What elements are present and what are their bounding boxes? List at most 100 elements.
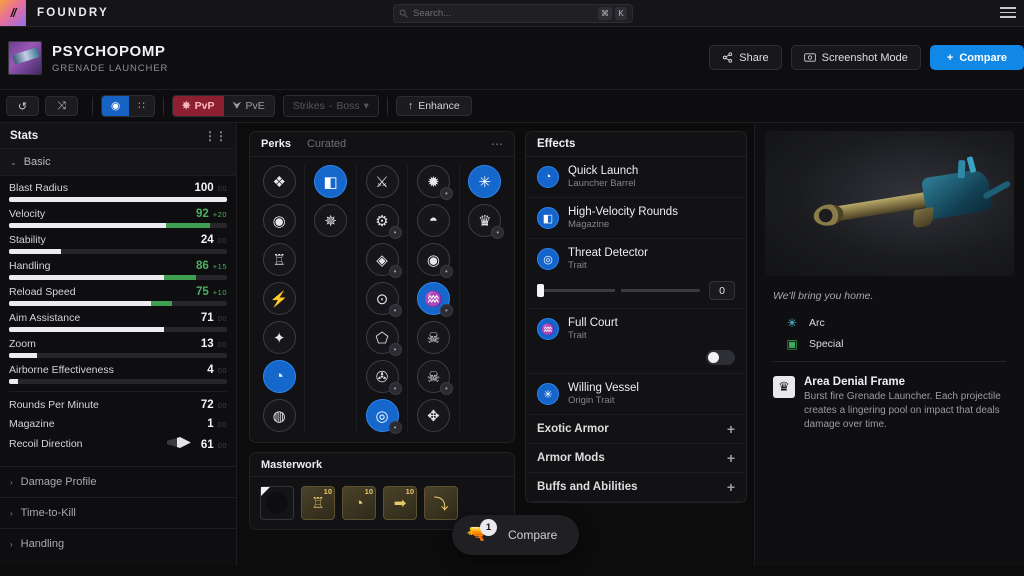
masterwork-velocity[interactable]: ◔10 [342,486,376,520]
plus-icon[interactable]: + [727,479,735,495]
perk-wellspring[interactable]: ☠ [417,321,450,354]
screenshot-mode-button[interactable]: Screenshot Mode [791,45,921,70]
view-mode-segment: ◉ ∷ [101,95,155,117]
enhanced-badge-icon[interactable]: • [440,382,453,395]
stat-bar [9,197,227,202]
masterwork-reload[interactable]: ⤵ [424,486,458,520]
view-single-button[interactable]: ◉ [102,96,129,116]
effects-section-exotic-armor[interactable]: Exotic Armor+ [526,415,746,444]
perk-volatile-launch[interactable]: ◉ [263,204,296,237]
enhanced-badge-icon[interactable]: • [440,265,453,278]
stat-name: Zoom [9,338,36,350]
stats-section-damage-profile[interactable]: ›Damage Profile [0,466,236,497]
stat-name: Handling [9,260,50,272]
perk-hard-launch[interactable]: ❖ [263,165,296,198]
enhanced-badge-icon[interactable]: • [389,382,402,395]
enhanced-badge-icon[interactable]: • [389,421,402,434]
effects-title: Effects [526,132,746,157]
perk-envious-assassin[interactable]: ⚙• [366,204,399,237]
perk-willing-vessel[interactable]: ✳ [468,165,501,198]
slider-knob[interactable] [537,284,544,297]
effects-card: Effects ◔Quick LaunchLauncher Barrel◧Hig… [525,131,747,503]
more-options-icon[interactable]: ⋯ [491,137,504,151]
perk-full-court[interactable]: ♒• [417,282,450,315]
masterwork-blast-radius[interactable]: ♖10 [301,486,335,520]
compare-tray-pill[interactable]: 🔫 1 Compare [452,515,579,555]
tab-curated[interactable]: Curated [307,138,346,150]
search-bar[interactable]: ⌘ K [393,4,633,23]
undo-button[interactable]: ↺ [6,96,39,116]
enhanced-badge-icon[interactable]: • [389,343,402,356]
search-input[interactable] [413,8,595,19]
stat-name: Magazine [9,418,55,430]
stat-value: 71 [201,312,214,324]
enhance-button-label: Enhance [418,100,459,112]
enhance-button[interactable]: ↑ Enhance [396,96,472,116]
perk-threat-detector-alt[interactable]: ◈• [366,243,399,276]
hamburger-icon[interactable] [1000,7,1016,18]
effect-toggle[interactable] [706,350,735,365]
strikes-selector[interactable]: Strikes - Boss ▾ [284,96,378,116]
stat-modifier: 00 [218,340,227,349]
effect-item: ♒Full CourtTrait [526,309,746,374]
perk-nanotech-tracer-rockets[interactable]: ♛• [468,204,501,237]
perk-explosive-light[interactable]: ✹• [417,165,450,198]
perk-disorienting-grenades[interactable]: ◓ [417,204,450,237]
stat-value: 61 [201,439,214,451]
effect-item: ◔Quick LaunchLauncher Barrel [526,157,746,198]
perk-perpetual-motion[interactable]: ⊙• [366,282,399,315]
perk-smart-drift-control[interactable]: ◍ [263,399,296,432]
tab-pve[interactable]: ⮟ PvE [224,96,274,116]
tab-pvp[interactable]: ✵ PvP [173,96,224,116]
perk-demolitionist[interactable]: ⬠• [366,321,399,354]
tab-perks[interactable]: Perks [261,138,291,150]
masterwork-empty-slot[interactable] [260,486,294,520]
perk-ambitious-assassin[interactable]: ⚔ [366,165,399,198]
perk-quick-launch-alt[interactable]: ⚡ [263,282,296,315]
perk-spike-grenades[interactable]: ✵ [314,204,347,237]
stat-value: 1 [207,418,213,430]
enhanced-badge-icon[interactable]: • [389,265,402,278]
perk-threat-detector[interactable]: ◎• [366,399,399,432]
drag-handle-icon[interactable]: ⋮⋮ [204,129,226,143]
perk-high-velocity-rounds[interactable]: ◧ [314,165,347,198]
stat-modifier: 00 [218,184,227,193]
slider-value[interactable]: 0 [709,281,735,300]
stat-modifier: 00 [218,441,227,450]
effects-section-armor-mods[interactable]: Armor Mods+ [526,444,746,473]
stat-modifier: 00 [218,236,227,245]
perk-auto-loading-holster[interactable]: ✇• [366,360,399,393]
perk-vorpal-weapon[interactable]: ◉• [417,243,450,276]
effect-slider[interactable]: 0 [537,281,735,300]
item-thumbnail[interactable] [8,41,42,75]
stat-list: Blast Radius10000Velocity92+20Stability2… [0,176,236,466]
enhanced-badge-icon[interactable]: • [440,187,453,200]
enhanced-badge-icon[interactable]: • [491,226,504,239]
effects-section-buffs-and-abilities[interactable]: Buffs and Abilities+ [526,473,746,502]
stats-group-basic[interactable]: ⌄ Basic [0,149,236,176]
share-button[interactable]: Share [709,45,781,70]
stats-section-time-to-kill[interactable]: ›Time-to-Kill [0,497,236,528]
plus-icon[interactable]: + [727,421,735,437]
slider-track[interactable] [537,289,700,292]
enhanced-badge-icon[interactable]: • [389,304,402,317]
enhanced-badge-icon[interactable]: • [389,226,402,239]
stat-value: 24 [201,234,214,246]
foundry-logo-icon[interactable]: // [0,0,26,26]
masterwork-handling[interactable]: ➡10 [383,486,417,520]
perk-linear-compensator[interactable]: ✦ [263,321,296,354]
perk-quick-launch[interactable]: ◔ [263,360,296,393]
enhanced-badge-icon[interactable]: • [440,304,453,317]
shuffle-button[interactable]: ⤨ [45,96,78,116]
stat-name: Rounds Per Minute [9,399,99,411]
weapon-art [810,164,1006,245]
perk-countermass[interactable]: ♖ [263,243,296,276]
compare-button[interactable]: + Compare [930,45,1024,70]
pvp-icon: ✵ [182,100,191,112]
perk-adept-mod[interactable]: ✥ [417,399,450,432]
stats-section-handling[interactable]: ›Handling [0,528,236,559]
perk-chain-reaction[interactable]: ☠• [417,360,450,393]
view-grid-button[interactable]: ∷ [129,96,154,116]
chevron-down-icon: ▾ [364,100,369,112]
plus-icon[interactable]: + [727,450,735,466]
